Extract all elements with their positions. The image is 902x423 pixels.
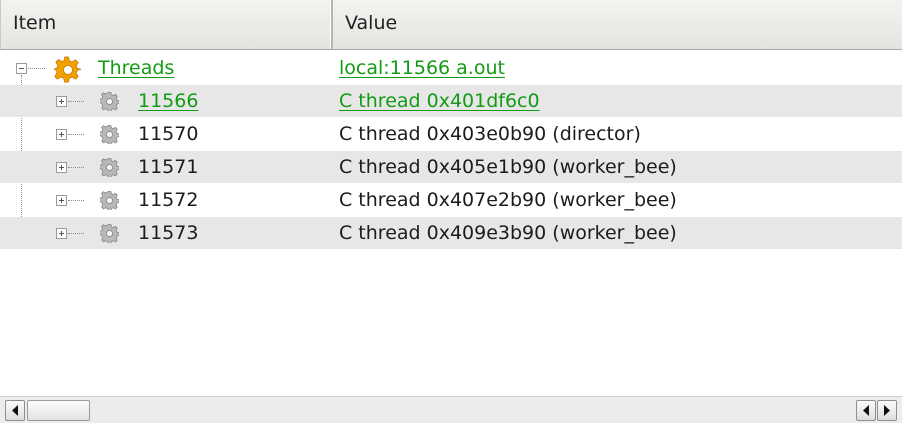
tree-row-thread[interactable]: 11570 C thread 0x403e0b90 (director) xyxy=(0,118,902,150)
tree-connector xyxy=(68,101,84,102)
arrow-left-icon xyxy=(863,405,869,416)
arrow-right-icon xyxy=(884,405,890,416)
tree-item-label[interactable]: 11573 xyxy=(138,217,198,249)
expand-toggle-icon[interactable] xyxy=(56,195,67,206)
expand-toggle-icon[interactable] xyxy=(56,228,67,239)
scrollbar-thumb[interactable] xyxy=(27,400,90,421)
tree-item-cell: Threads xyxy=(0,52,333,84)
gear-orange-icon xyxy=(54,56,82,83)
tree-row-thread[interactable]: 11572 C thread 0x407e2b90 (worker_bee) xyxy=(0,184,902,216)
tree-value[interactable]: C thread 0x401df6c0 xyxy=(339,85,540,117)
tree-item-label[interactable]: 11571 xyxy=(138,151,198,183)
expand-toggle-icon[interactable] xyxy=(56,162,67,173)
tree-value[interactable]: C thread 0x409e3b90 (worker_bee) xyxy=(339,217,677,249)
gear-gray-icon xyxy=(100,125,119,144)
tree-row-thread[interactable]: 11573 C thread 0x409e3b90 (worker_bee) xyxy=(0,217,902,249)
tree-connector xyxy=(28,68,45,69)
tree-value[interactable]: C thread 0x407e2b90 (worker_bee) xyxy=(339,184,677,216)
gear-gray-icon xyxy=(100,92,119,111)
arrow-left-icon xyxy=(12,405,18,416)
tree-connector xyxy=(68,233,84,234)
scroll-left-button-right[interactable] xyxy=(856,400,876,421)
column-header-item[interactable]: Item xyxy=(0,0,333,49)
tree-value-threads[interactable]: local:11566 a.out xyxy=(339,52,505,84)
tree-row-thread[interactable]: 11571 C thread 0x405e1b90 (worker_bee) xyxy=(0,151,902,183)
column-header: Item Value xyxy=(0,0,902,50)
tree-value[interactable]: C thread 0x405e1b90 (worker_bee) xyxy=(339,151,677,183)
tree-item-label[interactable]: 11572 xyxy=(138,184,198,216)
tree-row-threads[interactable]: Threads local:11566 a.out xyxy=(0,52,902,84)
collapse-toggle-icon[interactable] xyxy=(16,63,27,74)
tree-item-label-threads[interactable]: Threads xyxy=(98,52,174,84)
gear-gray-icon xyxy=(100,224,119,243)
scroll-left-button[interactable] xyxy=(5,400,25,421)
expand-toggle-icon[interactable] xyxy=(56,96,67,107)
tree-connector xyxy=(68,200,84,201)
tree-item-label[interactable]: 11566 xyxy=(138,85,198,117)
tree-value[interactable]: C thread 0x403e0b90 (director) xyxy=(339,118,641,150)
tree-connector xyxy=(68,167,84,168)
tree-item-label[interactable]: 11570 xyxy=(138,118,198,150)
tree-connector xyxy=(68,134,84,135)
expand-toggle-icon[interactable] xyxy=(56,129,67,140)
gear-gray-icon xyxy=(100,158,119,177)
gear-gray-icon xyxy=(100,191,119,210)
horizontal-scrollbar[interactable] xyxy=(0,396,902,423)
column-header-value[interactable]: Value xyxy=(333,0,902,49)
scroll-right-button[interactable] xyxy=(877,400,897,421)
tree-row-thread[interactable]: 11566 C thread 0x401df6c0 xyxy=(0,85,902,117)
